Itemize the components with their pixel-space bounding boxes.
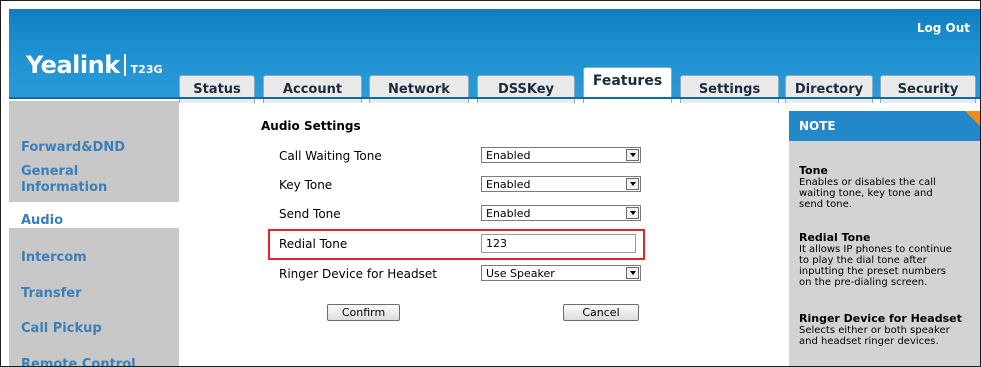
select-value: Enabled (486, 177, 531, 191)
note-corner-accent (965, 111, 980, 127)
key-tone-label: Key Tone (279, 178, 333, 192)
chevron-down-icon (626, 178, 639, 190)
note-line: waiting tone, key tone and (799, 188, 933, 199)
redial-tone-input[interactable]: 123 (481, 234, 636, 253)
note-panel: NOTE Tone Enables or disables the call w… (789, 111, 980, 366)
call-waiting-tone-label: Call Waiting Tone (279, 149, 382, 163)
header-bar: Yealink T23G Log Out Status Account Netw… (9, 9, 980, 103)
note-heading: Ringer Device for Headset (799, 312, 962, 325)
tab-settings[interactable]: Settings (680, 75, 779, 103)
chevron-down-icon (626, 149, 639, 161)
note-section-ringer-device: Ringer Device for Headset Selects either… (799, 312, 975, 348)
send-tone-label: Send Tone (279, 207, 341, 221)
cancel-button[interactable]: Cancel (563, 304, 639, 321)
note-section-redial-tone: Redial Tone It allows IP phones to conti… (799, 231, 975, 289)
call-waiting-tone-select[interactable]: Enabled (481, 147, 641, 163)
ringer-device-label: Ringer Device for Headset (279, 267, 437, 281)
sidebar-item-audio[interactable]: Audio (21, 213, 63, 229)
tab-account[interactable]: Account (263, 75, 362, 103)
note-line: Enables or disables the call (799, 177, 936, 188)
sidebar-item-label: Information (21, 180, 108, 195)
chevron-down-icon (626, 267, 639, 279)
yealink-logo: Yealink T23G (26, 51, 163, 79)
note-section-tone: Tone Enables or disables the call waitin… (799, 164, 975, 211)
sidebar-item-transfer[interactable]: Transfer (21, 286, 82, 302)
key-tone-select[interactable]: Enabled (481, 176, 641, 192)
sidebar-item-intercom[interactable]: Intercom (21, 250, 87, 266)
sidebar-item-call-pickup[interactable]: Call Pickup (21, 321, 102, 337)
select-value: Enabled (486, 206, 531, 220)
tab-dsskey[interactable]: DSSKey (477, 75, 575, 103)
ringer-device-select[interactable]: Use Speaker (481, 265, 641, 281)
tab-security[interactable]: Security (880, 75, 976, 103)
sidebar-item-forward-dnd[interactable]: Forward&DND (21, 140, 125, 156)
sidebar: Forward&DND General Information Audio In… (9, 101, 179, 366)
send-tone-select[interactable]: Enabled (481, 205, 641, 221)
chevron-down-icon (626, 207, 639, 219)
select-value: Use Speaker (486, 266, 555, 280)
note-line: inputting the preset numbers (799, 266, 946, 277)
section-title-audio-settings: Audio Settings (261, 119, 361, 133)
logo-model: T23G (130, 63, 163, 76)
note-heading: Redial Tone (799, 231, 871, 244)
logout-link[interactable]: Log Out (917, 21, 970, 35)
tab-features[interactable]: Features (583, 67, 672, 103)
note-line: on the pre-dialing screen. (799, 277, 928, 288)
tab-directory[interactable]: Directory (785, 75, 873, 103)
select-value: Enabled (486, 148, 531, 162)
sidebar-item-label: General (21, 164, 79, 179)
note-line: send tone. (799, 199, 852, 210)
note-title: NOTE (799, 119, 836, 133)
redial-tone-label: Redial Tone (279, 237, 348, 251)
tab-network[interactable]: Network (369, 75, 469, 103)
sidebar-item-general-information[interactable]: General Information (21, 164, 107, 196)
note-line: and headset ringer devices. (799, 336, 939, 347)
logo-brand: Yealink (26, 51, 120, 79)
note-line: to play the dial tone after (799, 255, 927, 266)
note-heading: Tone (799, 164, 828, 177)
tab-status[interactable]: Status (179, 75, 255, 103)
note-line: Selects either or both speaker (799, 325, 950, 336)
note-header: NOTE (789, 111, 980, 141)
sidebar-item-remote-control[interactable]: Remote Control (21, 357, 136, 366)
confirm-button[interactable]: Confirm (327, 304, 400, 321)
logo-divider (123, 54, 126, 76)
browser-frame: Yealink T23G Log Out Status Account Netw… (0, 0, 981, 367)
note-line: It allows IP phones to continue (799, 244, 952, 255)
